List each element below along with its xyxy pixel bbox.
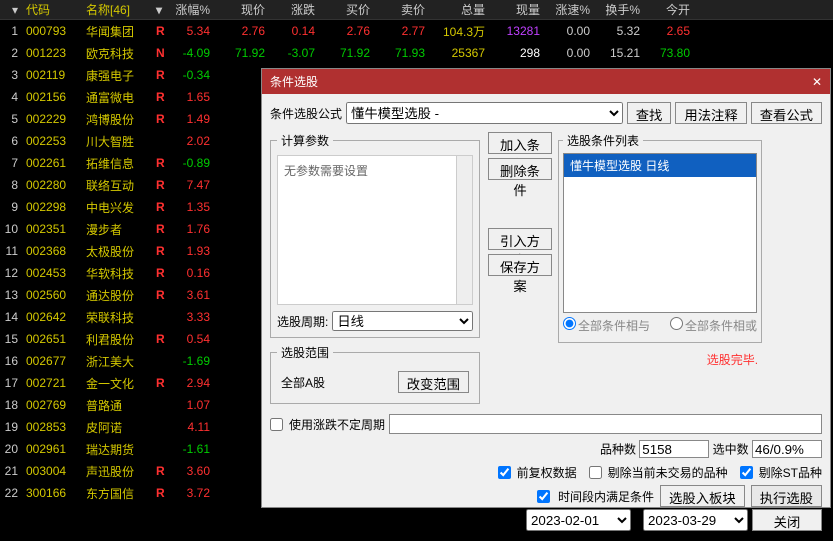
dialog-title-text: 条件选股 <box>270 73 318 90</box>
table-row[interactable]: 1000793华闻集团R5.342.760.142.762.77104.3万13… <box>0 20 833 42</box>
period-select[interactable]: 日线 <box>332 311 473 331</box>
exclude-checkbox[interactable] <box>589 466 602 479</box>
table-row[interactable]: 2001223欧克科技N-4.0971.92-3.0771.9271.93253… <box>0 42 833 64</box>
close-button[interactable]: 关闭 <box>752 509 822 531</box>
time-label: 时间段内满足条件 <box>558 488 654 505</box>
radio-or[interactable]: 全部条件相或 <box>670 317 757 334</box>
col-chg[interactable]: 涨跌 <box>269 1 319 18</box>
exclude-label: 剔除当前未交易的品种 <box>608 464 728 481</box>
change-range-button[interactable]: 改变范围 <box>398 371 469 393</box>
hit-label: 选中数 <box>713 443 749 457</box>
cond-list-fieldset: 选股条件列表 懂牛模型选股 日线 全部条件相与 全部条件相或 <box>558 132 762 343</box>
formula-select[interactable]: 懂牛模型选股 - <box>346 102 623 124</box>
to-block-button[interactable]: 选股入板块 <box>660 485 745 507</box>
st-label: 剔除ST品种 <box>759 464 822 481</box>
col-price[interactable]: 现价 <box>214 1 269 18</box>
count-label: 品种数 <box>600 443 636 457</box>
params-text: 无参数需要设置 <box>284 164 368 178</box>
fq-checkbox[interactable] <box>498 466 511 479</box>
uncertain-label: 使用涨跌不定周期 <box>289 416 385 433</box>
status-text: 选股完毕. <box>707 353 758 367</box>
range-value: 全部A股 <box>281 374 325 391</box>
count-value <box>639 440 709 458</box>
save-button[interactable]: 保存方案 <box>488 254 552 276</box>
formula-label: 条件选股公式 <box>270 105 342 122</box>
col-sort-icon[interactable]: ▾ <box>0 3 22 17</box>
condition-dialog: 条件选股 ✕ 条件选股公式 懂牛模型选股 - 查找 用法注释 查看公式 计算参数… <box>261 68 831 508</box>
add-cond-button[interactable]: 加入条件 <box>488 132 552 154</box>
col-nvol[interactable]: 现量 <box>489 1 544 18</box>
date-to-select[interactable]: 2023-03-29 <box>643 509 748 531</box>
col-code[interactable]: 代码 <box>22 1 82 18</box>
date-sep: - <box>635 513 639 527</box>
usage-button[interactable]: 用法注释 <box>675 102 746 124</box>
col-open[interactable]: 今开 <box>644 1 694 18</box>
st-checkbox[interactable] <box>740 466 753 479</box>
exec-button[interactable]: 执行选股 <box>751 485 822 507</box>
col-bid[interactable]: 买价 <box>319 1 374 18</box>
cond-list[interactable]: 懂牛模型选股 日线 <box>563 153 757 313</box>
scrollbar[interactable] <box>456 156 472 304</box>
col-turn[interactable]: 换手% <box>594 1 644 18</box>
params-box: 无参数需要设置 <box>277 155 473 305</box>
table-header: ▾ 代码 名称[46] ▾ 涨幅% 现价 涨跌 买价 卖价 总量 现量 涨速% … <box>0 0 833 20</box>
range-legend: 选股范围 <box>277 344 333 361</box>
col-name[interactable]: 名称[46] <box>82 1 152 18</box>
cond-list-legend: 选股条件列表 <box>563 132 643 149</box>
params-legend: 计算参数 <box>277 132 333 149</box>
params-fieldset: 计算参数 无参数需要设置 选股周期: 日线 <box>270 132 480 338</box>
col-vol[interactable]: 总量 <box>429 1 489 18</box>
col-ask[interactable]: 卖价 <box>374 1 429 18</box>
radio-and[interactable]: 全部条件相与 <box>563 317 650 334</box>
dialog-titlebar[interactable]: 条件选股 ✕ <box>262 69 830 94</box>
range-fieldset: 选股范围 全部A股 改变范围 <box>270 344 480 404</box>
time-checkbox[interactable] <box>537 490 550 503</box>
period-label: 选股周期: <box>277 313 328 330</box>
col-speed[interactable]: 涨速% <box>544 1 594 18</box>
hit-value <box>752 440 822 458</box>
view-formula-button[interactable]: 查看公式 <box>751 102 822 124</box>
close-icon[interactable]: ✕ <box>812 75 822 89</box>
col-flag-sort[interactable]: ▾ <box>152 3 164 17</box>
import-button[interactable]: 引入方案 <box>488 228 552 250</box>
date-from-select[interactable]: 2023-02-01 <box>526 509 631 531</box>
uncertain-checkbox[interactable] <box>270 418 283 431</box>
cond-item[interactable]: 懂牛模型选股 日线 <box>564 154 756 177</box>
del-cond-button[interactable]: 删除条件 <box>488 158 552 180</box>
col-pct[interactable]: 涨幅% <box>164 1 214 18</box>
find-button[interactable]: 查找 <box>627 102 672 124</box>
fq-label: 前复权数据 <box>517 464 577 481</box>
uncertain-input[interactable] <box>389 414 822 434</box>
